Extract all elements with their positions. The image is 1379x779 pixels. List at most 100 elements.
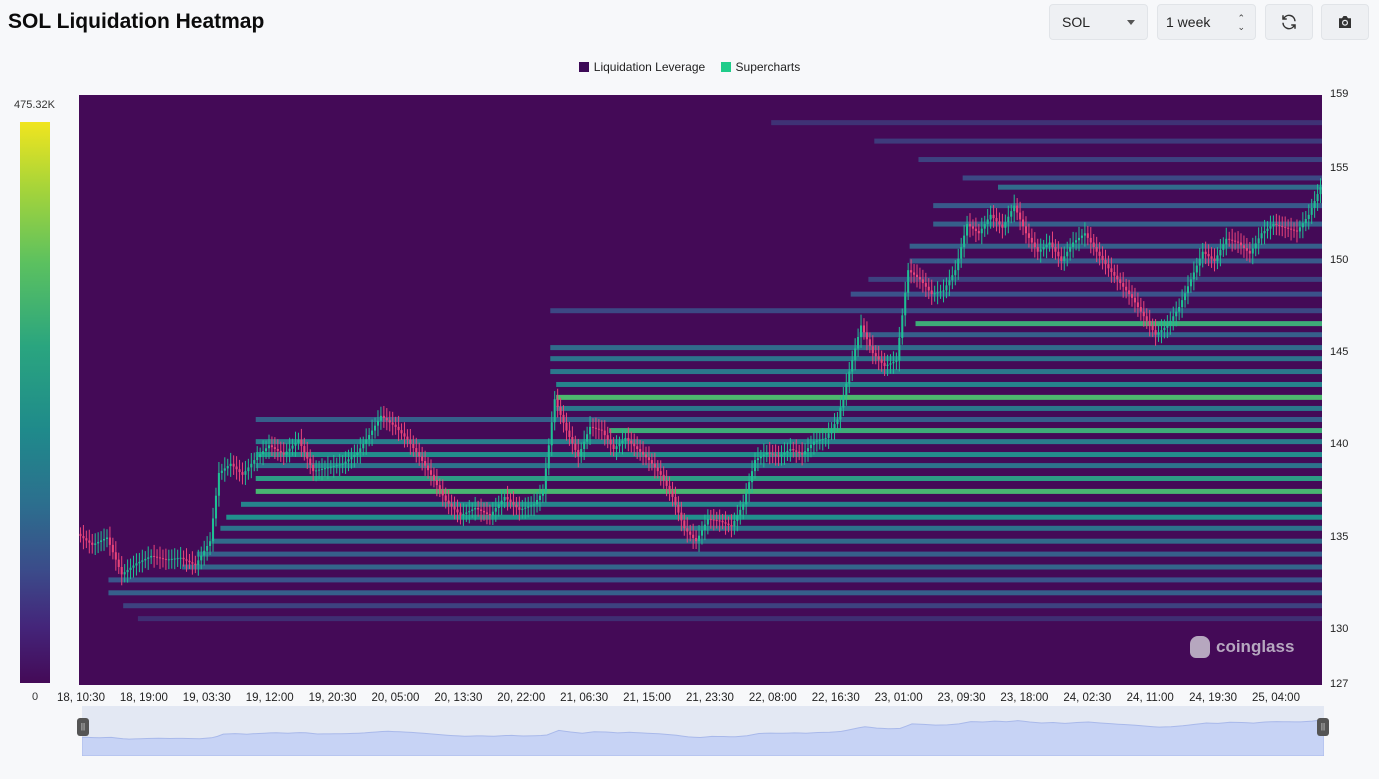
candle-body (1237, 241, 1240, 243)
candle-body (1063, 256, 1066, 261)
candle-body (1110, 268, 1113, 272)
candle-body (1178, 307, 1181, 312)
candle-body (1281, 225, 1284, 227)
candle-body (771, 453, 774, 455)
candle-body (550, 422, 553, 446)
candle-body (1122, 283, 1125, 287)
candle-body (1201, 251, 1204, 259)
candle-body (963, 235, 966, 248)
candle-body (1213, 258, 1216, 261)
navigator-area (81, 719, 1325, 757)
liquidation-band (915, 321, 1322, 327)
candle-body (980, 228, 983, 234)
candle-body (480, 509, 483, 511)
liquidation-band (918, 157, 1322, 163)
candle-body (765, 452, 768, 455)
candle-body (326, 467, 329, 469)
candle-body (211, 518, 215, 542)
candle-body (373, 425, 377, 431)
liquidation-band (550, 356, 1322, 362)
candle-body (100, 540, 103, 542)
candle-body (839, 407, 842, 420)
candle-body (382, 415, 385, 419)
candle-body (862, 325, 866, 333)
candle-body (1207, 254, 1210, 257)
candle-body (1077, 237, 1081, 241)
candle-body (1319, 187, 1322, 195)
candle-body (524, 507, 527, 509)
candle-body (182, 557, 185, 560)
candle-body (229, 463, 232, 467)
candle-body (365, 439, 368, 444)
candle-body (1154, 330, 1157, 335)
candle-body (1310, 207, 1313, 215)
candle-body (915, 274, 919, 278)
candle-body (804, 451, 807, 455)
candle-body (468, 510, 471, 513)
candle-body (1313, 201, 1316, 208)
liquidation-band (609, 428, 1322, 434)
candle-body (477, 508, 480, 510)
range-navigator[interactable] (81, 706, 1325, 757)
liquidation-band (255, 439, 1322, 445)
candle-body (1039, 249, 1042, 252)
candle-body (762, 454, 765, 457)
x-tick-label: 23, 01:00 (874, 692, 923, 704)
candle-body (544, 468, 547, 492)
candle-body (235, 466, 238, 470)
candle-body (1269, 226, 1272, 229)
candle-body (1266, 228, 1269, 231)
liquidation-band (556, 405, 1322, 411)
candle-body (185, 559, 188, 561)
candle-body (921, 279, 924, 284)
liquidation-band (220, 525, 1322, 531)
candle-body (1022, 219, 1025, 227)
candle-body (1195, 265, 1198, 273)
liquidation-band (255, 463, 1322, 469)
liquidation-band (859, 332, 1322, 338)
candle-body (203, 550, 206, 556)
liquidation-band (997, 184, 1322, 190)
candle-body (609, 439, 612, 445)
candle-body (515, 504, 518, 508)
candle-body (1113, 272, 1116, 276)
candle-body (1036, 247, 1039, 252)
candle-body (1116, 275, 1119, 280)
candle-body (94, 543, 97, 545)
y-tick-label: 145 (1330, 346, 1349, 359)
candle-body (459, 512, 462, 516)
navigator-right-handle[interactable]: || (1317, 718, 1329, 736)
candle-body (238, 469, 241, 473)
candle-body (1254, 243, 1257, 249)
candle-body (232, 463, 235, 467)
candle-body (798, 451, 801, 454)
candle-body (120, 567, 123, 575)
candle-body (144, 558, 147, 561)
candle-body (1290, 228, 1293, 230)
candle-body (580, 449, 583, 457)
candle-body (968, 224, 972, 227)
candle-body (88, 540, 91, 543)
navigator-left-handle[interactable]: || (77, 718, 89, 736)
candle-body (241, 472, 244, 475)
liquidation-band (137, 616, 1323, 622)
candle-body (1004, 222, 1007, 228)
candle-body (553, 399, 556, 423)
candle-body (262, 451, 265, 455)
candle-body (462, 513, 465, 516)
candle-body (1060, 256, 1063, 261)
candle-body (874, 353, 877, 357)
candle-body (597, 428, 600, 430)
candle-body (742, 504, 745, 510)
candle-body (214, 495, 217, 519)
candle-body (806, 448, 810, 452)
candle-body (727, 523, 730, 526)
candle-body (161, 558, 164, 560)
candle-body (1119, 279, 1122, 284)
candle-body (85, 538, 88, 541)
candle-body (936, 292, 939, 294)
candle-body (341, 463, 344, 465)
candle-body (692, 534, 695, 538)
candle-body (1272, 224, 1275, 227)
candle-body (1166, 325, 1169, 328)
